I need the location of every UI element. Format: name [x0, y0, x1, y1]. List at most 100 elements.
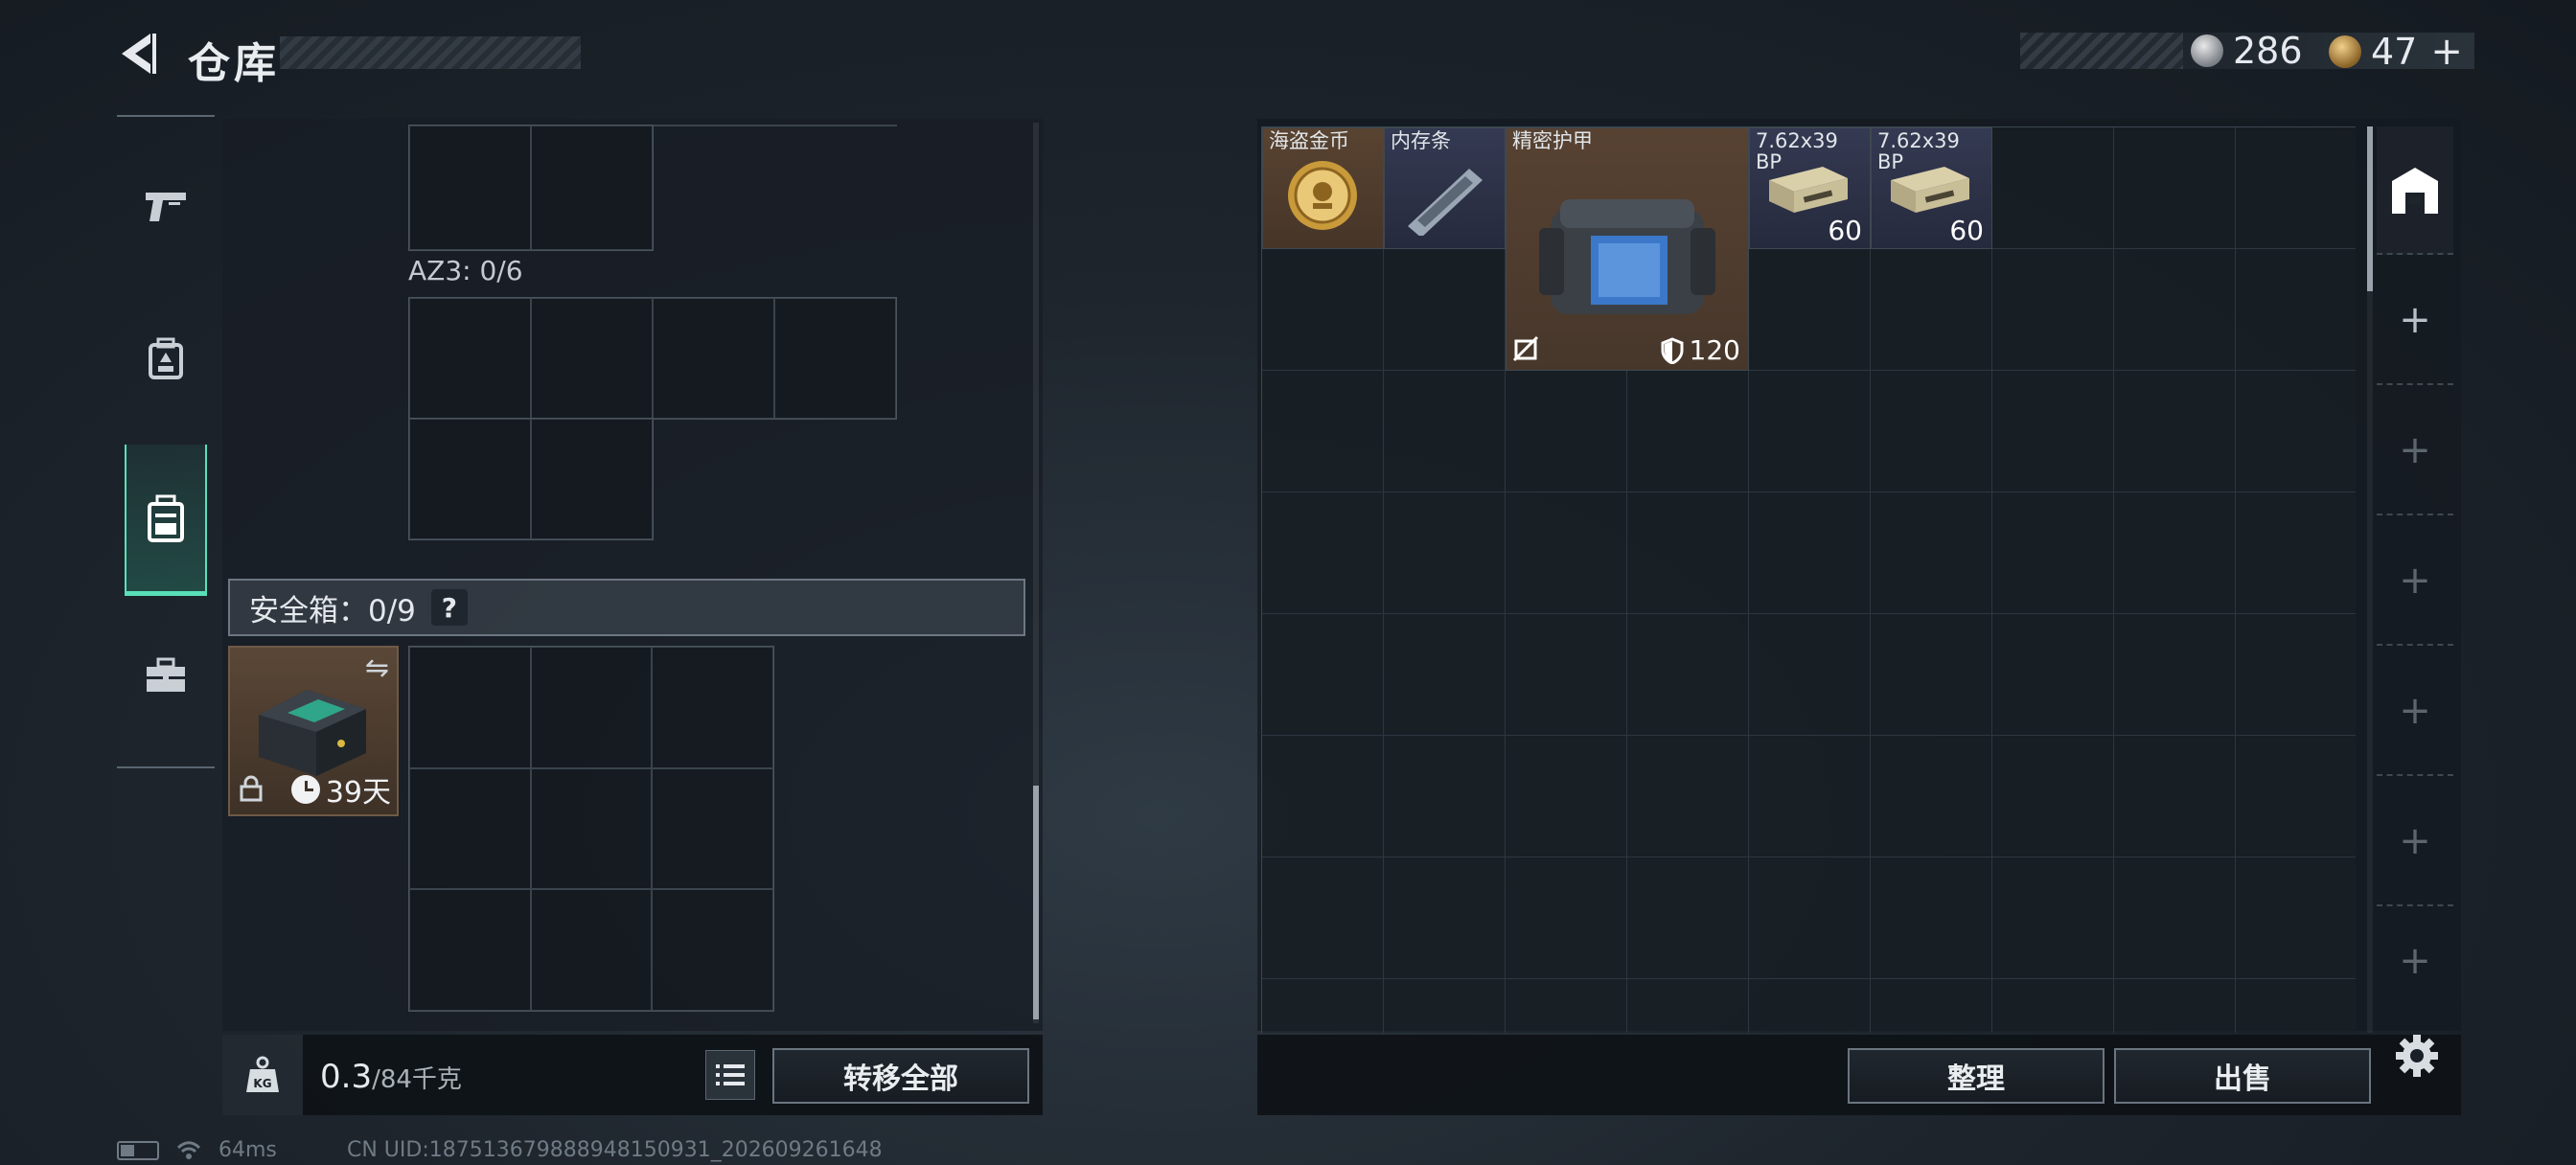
add-stash-page-button[interactable]: +: [2377, 257, 2453, 385]
grid-slot[interactable]: [530, 767, 653, 890]
settings-button[interactable]: [2388, 1027, 2446, 1085]
stash-slot[interactable]: [1506, 614, 1627, 736]
stash-slot[interactable]: [2114, 736, 2236, 857]
stash-slot[interactable]: [1506, 371, 1627, 492]
rail-item-chest-rig[interactable]: [125, 445, 207, 596]
stash-slot[interactable]: [1749, 614, 1871, 736]
stash-slot[interactable]: [1749, 736, 1871, 857]
equipment-scroll-thumb[interactable]: [1033, 786, 1039, 1019]
stash-slot[interactable]: [1627, 857, 1749, 979]
stash-slot[interactable]: [1871, 492, 1992, 614]
stash-slot[interactable]: [1871, 614, 1992, 736]
add-currency-button[interactable]: +: [2430, 30, 2463, 74]
safe-box-item[interactable]: ⇋ 39天: [228, 646, 399, 816]
stash-slot[interactable]: [1506, 979, 1627, 1033]
stash-slot[interactable]: [2114, 371, 2236, 492]
stash-slot[interactable]: [1871, 979, 1992, 1033]
stash-slot[interactable]: [1992, 249, 2114, 371]
grid-slot[interactable]: [774, 298, 896, 419]
back-button[interactable]: [113, 27, 161, 80]
transfer-all-button[interactable]: 转移全部: [772, 1048, 1029, 1104]
rail-item-weapon[interactable]: [125, 134, 207, 278]
stash-slot[interactable]: [2236, 127, 2356, 249]
sell-button[interactable]: 出售: [2114, 1048, 2371, 1104]
stash-slot[interactable]: [1384, 492, 1506, 614]
swap-icon[interactable]: ⇋: [365, 651, 389, 685]
stash-slot[interactable]: [1871, 857, 1992, 979]
stash-slot[interactable]: [1992, 736, 2114, 857]
stash-slot[interactable]: [1992, 614, 2114, 736]
grid-slot[interactable]: [409, 419, 531, 539]
stash-slot[interactable]: [1992, 492, 2114, 614]
locked-stash-page[interactable]: +: [2377, 778, 2453, 906]
grid-slot[interactable]: [531, 419, 653, 539]
stash-slot[interactable]: [2236, 371, 2356, 492]
grid-slot[interactable]: [531, 298, 653, 419]
stash-slot[interactable]: [2236, 249, 2356, 371]
stash-slot[interactable]: [1992, 857, 2114, 979]
stash-slot[interactable]: [1627, 371, 1749, 492]
stash-slot[interactable]: [1992, 127, 2114, 249]
grid-slot[interactable]: [653, 298, 774, 419]
stash-slot[interactable]: [1992, 979, 2114, 1033]
stash-slot[interactable]: [1262, 736, 1384, 857]
stash-slot[interactable]: [1262, 979, 1384, 1033]
stash-slot[interactable]: [1384, 736, 1506, 857]
stash-slot[interactable]: [1627, 492, 1749, 614]
stash-slot[interactable]: [2114, 857, 2236, 979]
stash-slot[interactable]: [1749, 249, 1871, 371]
stash-slot[interactable]: [2236, 736, 2356, 857]
stash-slot[interactable]: [1749, 371, 1871, 492]
stash-slot[interactable]: [1749, 492, 1871, 614]
stash-slot[interactable]: [2114, 492, 2236, 614]
stash-item-memory-stick[interactable]: 内存条: [1384, 127, 1506, 249]
grid-slot[interactable]: [531, 126, 653, 250]
locked-stash-page[interactable]: +: [2377, 387, 2453, 515]
stash-slot[interactable]: [1384, 249, 1506, 371]
stash-slot[interactable]: [2236, 614, 2356, 736]
stash-slot[interactable]: [1506, 492, 1627, 614]
stash-item-pirate-coin[interactable]: 海盗金币: [1262, 127, 1384, 249]
grid-slot[interactable]: [409, 298, 531, 419]
rail-item-toolbox[interactable]: [125, 604, 207, 747]
list-view-button[interactable]: [705, 1050, 755, 1100]
grid-slot[interactable]: [409, 767, 531, 890]
stash-slot[interactable]: [1506, 736, 1627, 857]
stash-slot[interactable]: [2114, 249, 2236, 371]
stash-slot[interactable]: [2114, 127, 2236, 249]
grid-slot[interactable]: [409, 889, 531, 1011]
stash-page-main[interactable]: [2377, 126, 2453, 255]
grid-slot[interactable]: [409, 126, 531, 250]
stash-slot[interactable]: [1627, 736, 1749, 857]
grid-slot[interactable]: [409, 647, 531, 768]
stash-slot[interactable]: [1506, 857, 1627, 979]
stash-slot[interactable]: [1262, 492, 1384, 614]
stash-slot[interactable]: [1627, 979, 1749, 1033]
stash-slot[interactable]: [1749, 857, 1871, 979]
stash-slot[interactable]: [2114, 979, 2236, 1033]
locked-stash-page[interactable]: +: [2377, 648, 2453, 776]
stash-slot[interactable]: [1871, 249, 1992, 371]
stash-slot[interactable]: [1871, 371, 1992, 492]
stash-slot[interactable]: [1871, 736, 1992, 857]
stash-scroll-thumb[interactable]: [2367, 126, 2373, 291]
stash-slot[interactable]: [2114, 614, 2236, 736]
stash-slot[interactable]: [1992, 371, 2114, 492]
stash-slot[interactable]: [1384, 371, 1506, 492]
locked-stash-page[interactable]: +: [2377, 908, 2453, 1014]
stash-slot[interactable]: [1262, 371, 1384, 492]
safe-box-help-button[interactable]: ?: [430, 589, 468, 626]
stash-slot[interactable]: [1262, 249, 1384, 371]
sort-button[interactable]: 整理: [1848, 1048, 2104, 1104]
stash-slot[interactable]: [1384, 979, 1506, 1033]
grid-slot[interactable]: [530, 889, 653, 1011]
stash-item-ammo[interactable]: 7.62x39 BP 60: [1871, 127, 1992, 249]
grid-slot[interactable]: [652, 767, 773, 890]
locked-stash-page[interactable]: +: [2377, 517, 2453, 646]
stash-slot[interactable]: [1262, 857, 1384, 979]
stash-slot[interactable]: [2236, 979, 2356, 1033]
stash-slot[interactable]: [1262, 614, 1384, 736]
stash-slot[interactable]: [2236, 857, 2356, 979]
stash-item-precision-armor[interactable]: 精密护甲 120: [1506, 127, 1749, 371]
grid-slot[interactable]: [652, 889, 773, 1011]
